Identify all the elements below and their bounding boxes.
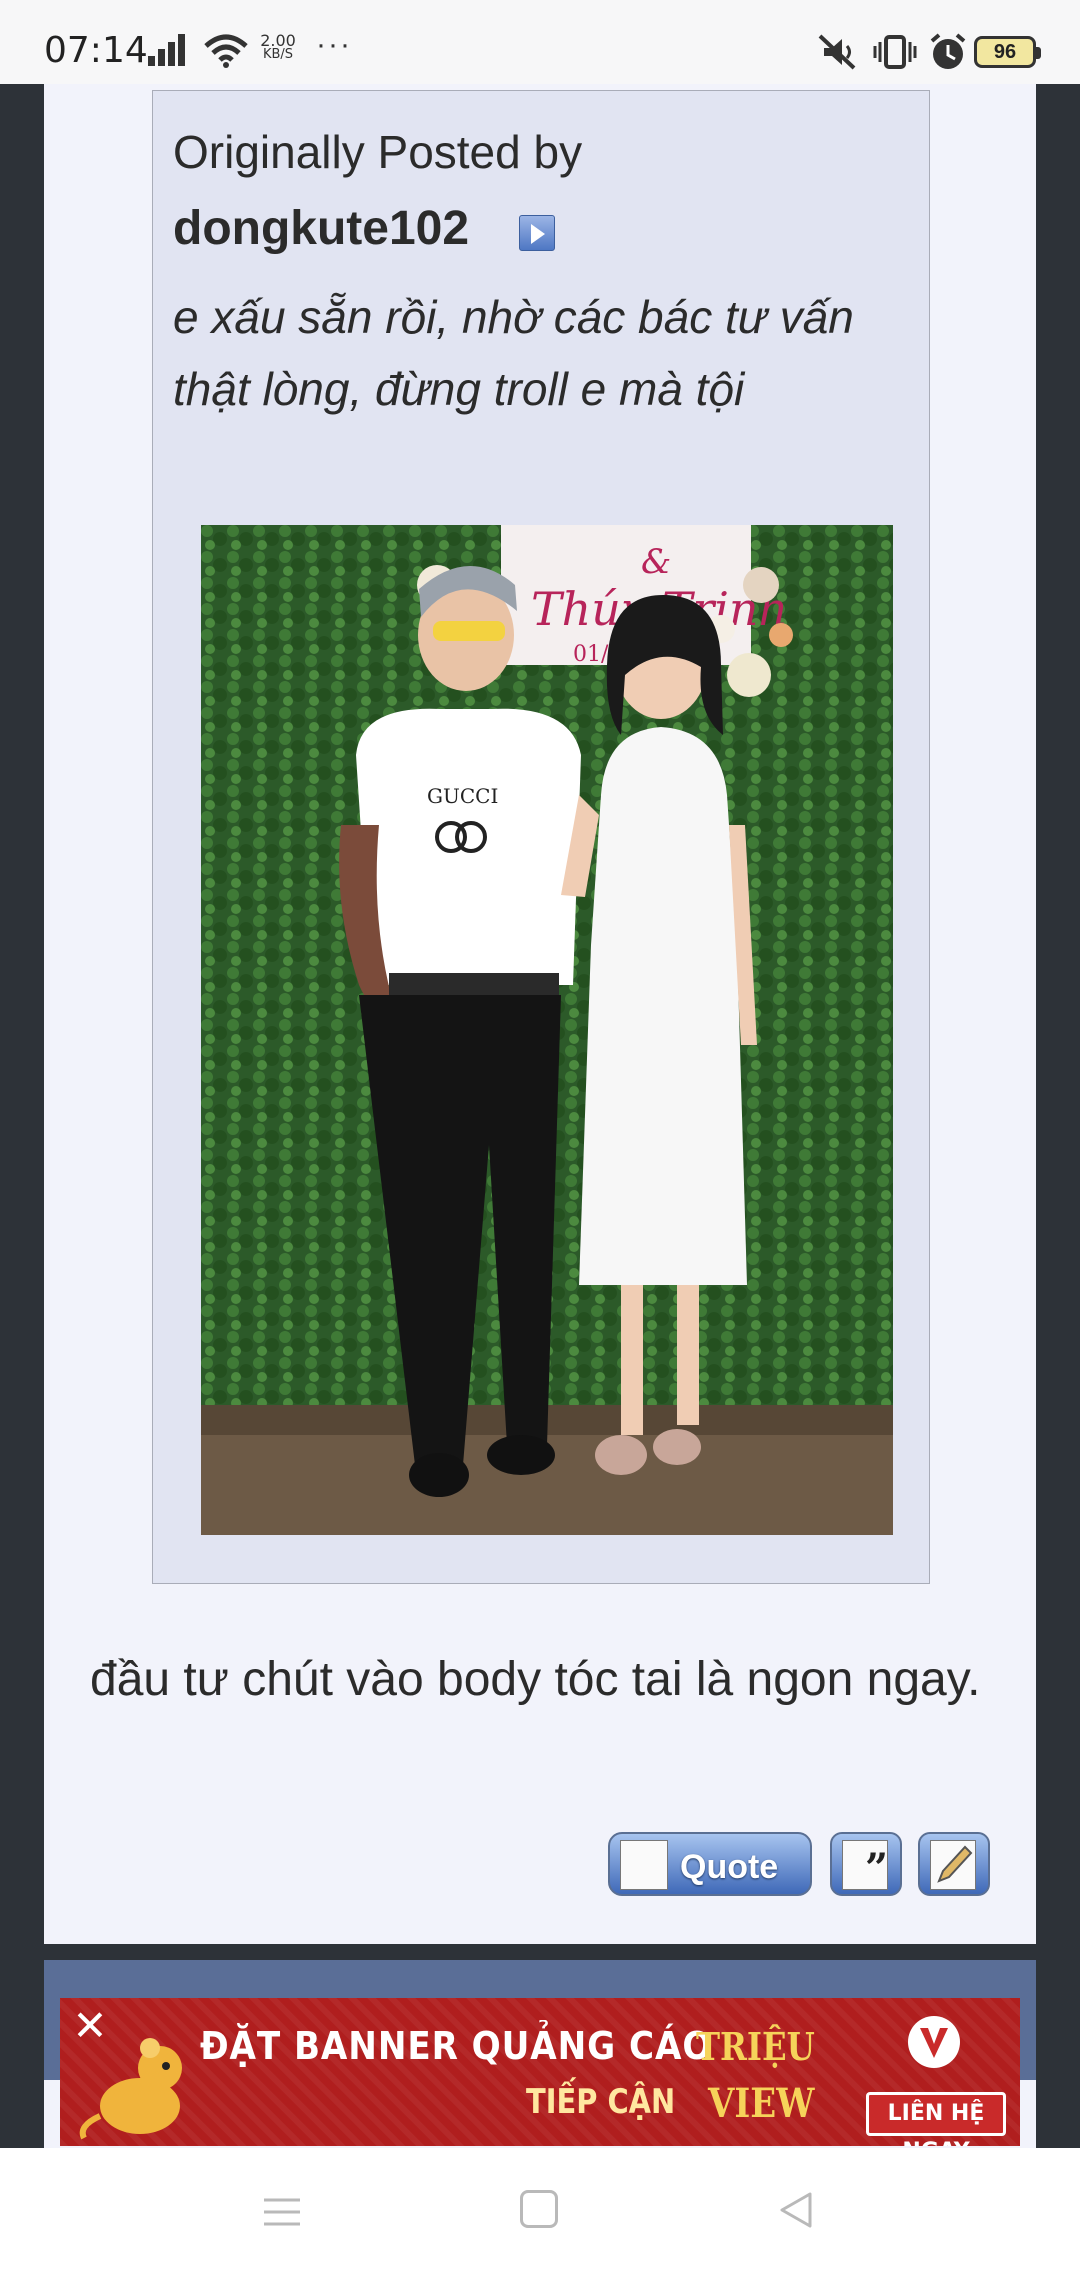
network-speed: 2.00 KB/S	[256, 31, 300, 62]
view-post-icon[interactable]	[519, 215, 555, 251]
alarm-icon	[930, 33, 966, 69]
ad-highlight-view: VIEW	[708, 2080, 815, 2127]
edit-pencil-icon	[930, 1840, 976, 1890]
more-notifications-icon: ···	[316, 28, 352, 61]
ad-highlight-trieu: TRIỆU	[696, 2024, 815, 2069]
network-speed-value: 2.00	[260, 31, 296, 50]
status-bar: 07:14 2.00 KB/S ··· 96	[0, 0, 1080, 84]
quote-text: e xấu sẵn rồi, nhờ các bác tư vấn thật l…	[173, 291, 854, 415]
back-icon[interactable]	[776, 2190, 816, 2230]
battery-indicator: 96	[974, 36, 1041, 68]
vibrate-icon	[873, 35, 917, 69]
post-card: Originally Posted by dongkute102 e xấu s…	[44, 84, 1036, 1944]
attached-photo[interactable]: & Thúy Trinh 01/3/ GUCCI	[201, 525, 893, 1535]
ad-contact-button[interactable]: LIÊN HỆ NGAY	[866, 2092, 1006, 2146]
mute-icon	[818, 34, 856, 70]
ad-close-button[interactable]: ✕	[72, 2005, 108, 2047]
shirt-brand: GUCCI	[427, 784, 498, 808]
quote-button[interactable]: Quote	[608, 1832, 812, 1896]
recent-apps-icon[interactable]	[262, 2194, 302, 2230]
ad-headline: ĐẶT BANNER QUẢNG CÁO	[200, 2024, 713, 2068]
network-speed-unit: KB/S	[262, 47, 294, 62]
quote-document-icon	[620, 1840, 668, 1890]
quote-button-label: Quote	[680, 1848, 779, 1886]
ad-subheadline: TIẾP CẬN	[526, 2082, 676, 2122]
multi-quote-mark-icon: ”	[865, 1845, 889, 1892]
sign-amp: &	[641, 542, 671, 582]
system-nav-bar	[0, 2148, 1080, 2280]
vozforums-logo-icon	[908, 2016, 960, 2068]
cellular-signal-icon	[148, 34, 185, 66]
quote-header: Originally Posted by	[173, 126, 583, 178]
edit-post-button[interactable]	[918, 1832, 990, 1896]
quote-box: Originally Posted by dongkute102 e xấu s…	[152, 90, 930, 1584]
multi-quote-button[interactable]: ”	[830, 1832, 902, 1896]
ad-banner[interactable]: ✕ ĐẶT BANNER QUẢNG CÁO TIẾP CẬN TRIỆU VI…	[60, 1998, 1020, 2146]
quote-author-link[interactable]: dongkute102	[173, 201, 469, 256]
home-icon[interactable]	[520, 2190, 558, 2228]
reply-text: đầu tư chút vào body tóc tai là ngon nga…	[90, 1653, 981, 1706]
status-time: 07:14	[44, 30, 148, 71]
wifi-icon	[204, 34, 248, 68]
multi-quote-icon: ”	[842, 1840, 889, 1892]
